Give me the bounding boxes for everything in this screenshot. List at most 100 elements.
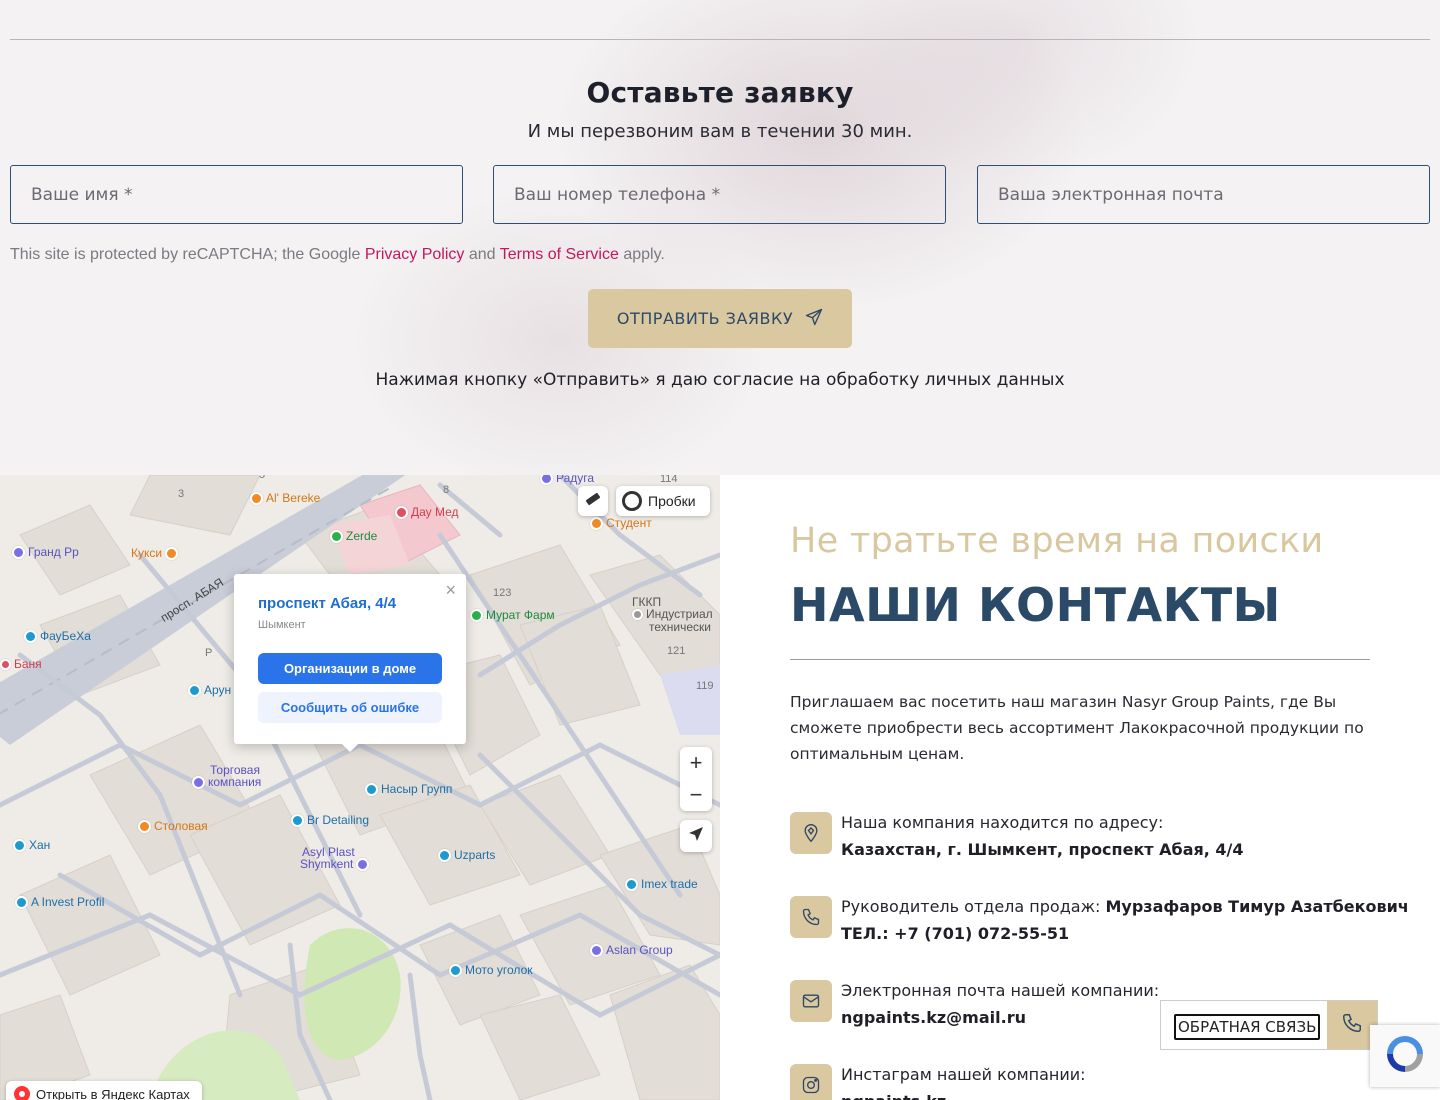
recaptcha-note-and: and <box>468 246 496 263</box>
poi-pin-icon <box>192 775 205 789</box>
poi-brdetailing[interactable]: Br Detailing <box>291 813 369 827</box>
form-subtitle: И мы перезвоним вам в течении 30 мин. <box>527 121 913 142</box>
poi-muratfarm[interactable]: Мурат Фарм <box>470 608 555 622</box>
terms-of-service-link[interactable]: Terms of Service <box>500 246 619 263</box>
poi-label: Br Detailing <box>307 813 370 827</box>
house-number: 123 <box>493 587 512 599</box>
poi-banya[interactable]: Баня <box>0 657 42 671</box>
consent-note: Нажимая кнопку «Отправить» я даю согласи… <box>375 370 1065 390</box>
poi-pin-icon <box>449 963 462 977</box>
poi-moto[interactable]: Мото уголок <box>449 963 533 977</box>
poi-nasyr[interactable]: Насыр Групп <box>365 782 452 796</box>
poi-label: Хан <box>29 838 51 852</box>
house-number: 119 <box>696 680 714 692</box>
poi-pin-icon <box>12 545 25 559</box>
parking-marker: P <box>205 647 213 659</box>
open-in-yandex-maps-link[interactable]: Открыть в Яндекс Картах <box>6 1081 202 1100</box>
poi-ainvest[interactable]: A Invest Profil <box>15 895 104 909</box>
popup-address[interactable]: проспект Абая, 4/4 <box>258 595 396 612</box>
zoom-out-button[interactable]: − <box>680 779 712 811</box>
poi-pin-icon <box>540 475 553 485</box>
map-base-layer <box>0 475 720 1100</box>
poi-pin-icon <box>632 608 643 620</box>
poi-label: Imex trade <box>641 877 698 891</box>
poi-label: Насыр Групп <box>381 782 453 796</box>
poi-zerde[interactable]: Zerde <box>330 529 377 543</box>
poi-label: технически <box>649 620 711 634</box>
poi-pin-icon <box>590 943 603 957</box>
form-title: Оставьте заявку <box>586 76 854 109</box>
poi-albereke[interactable]: Al' Bereke <box>250 491 320 505</box>
poi-pin-icon <box>438 848 451 862</box>
poi-arun[interactable]: Арун <box>188 683 231 697</box>
poi-aslan[interactable]: Aslan Group <box>590 943 673 957</box>
recaptcha-note: This site is protected by reCAPTCHA; the… <box>10 246 665 264</box>
traffic-icon <box>622 491 642 511</box>
poi-stolovaya[interactable]: Столовая <box>138 819 208 833</box>
poi-label: Zerde <box>346 529 378 543</box>
poi-grandrp[interactable]: Гранд Рр <box>12 545 79 559</box>
poi-imex[interactable]: Imex trade <box>625 877 698 891</box>
poi-asyl2[interactable]: Shymkent <box>300 857 370 871</box>
organizations-in-building-button[interactable]: Организации в доме <box>258 653 442 684</box>
poi-student[interactable]: Студент <box>590 516 652 530</box>
recaptcha-badge[interactable] <box>1370 1025 1440 1087</box>
poi-label: Aslan Group <box>606 943 673 957</box>
report-error-button[interactable]: Сообщить об ошибке <box>258 692 442 723</box>
name-input[interactable] <box>10 165 463 224</box>
submit-request-button[interactable]: ОТПРАВИТЬ ЗАЯВКУ <box>588 289 852 348</box>
poi-label: ФауБеХа <box>40 629 91 643</box>
poi-han[interactable]: Хан <box>13 838 50 852</box>
ruler-button[interactable] <box>578 486 608 516</box>
privacy-policy-link[interactable]: Privacy Policy <box>365 246 465 263</box>
poi-pin-icon <box>590 516 603 530</box>
request-form-section: Оставьте заявку И мы перезвоним вам в те… <box>0 0 1440 475</box>
poi-daumed[interactable]: Дау Мед <box>395 505 459 519</box>
zoom-in-button[interactable]: + <box>680 747 712 779</box>
poi-kuksi[interactable]: Кукси <box>131 546 179 560</box>
location-icon <box>790 812 832 854</box>
manager-phone[interactable]: ТЕЛ.: +7 (701) 072-55-51 <box>841 924 1069 943</box>
geolocation-button[interactable] <box>680 820 712 852</box>
poi-pin-icon <box>138 819 151 833</box>
poi-label: Мурат Фарм <box>486 608 555 622</box>
poi-pin-icon <box>250 491 263 505</box>
traffic-button[interactable]: Пробки <box>616 486 710 516</box>
callback-widget[interactable]: ОБРАТНАЯ СВЯЗЬ <box>1160 1000 1378 1050</box>
instagram-value[interactable]: ngpaints.kz <box>841 1092 946 1100</box>
manager-name: Мурзафаров Тимур Азатбекович <box>1105 897 1409 916</box>
contacts-divider <box>790 659 1370 660</box>
email-input[interactable] <box>977 165 1430 224</box>
poi-pin-icon <box>395 505 408 519</box>
poi-label: A Invest Profil <box>31 895 105 909</box>
close-icon[interactable]: × <box>445 580 456 601</box>
poi-label: Столовая <box>154 819 208 833</box>
poi-faubeha[interactable]: ФауБеХа <box>24 629 91 643</box>
poi-pin-icon <box>291 813 304 827</box>
phone-input[interactable] <box>493 165 946 224</box>
poi-industrial[interactable]: Индустриал <box>632 607 713 621</box>
poi-pin-icon <box>330 529 343 543</box>
navigation-arrow-icon <box>688 826 704 847</box>
poi-label: Shymkent <box>300 857 354 871</box>
popup-city: Шымкент <box>258 619 306 631</box>
callback-label[interactable]: ОБРАТНАЯ СВЯЗЬ <box>1174 1014 1321 1040</box>
poi-label: Дау Мед <box>411 505 459 519</box>
poi-raduga[interactable]: Радуга <box>540 475 594 485</box>
poi-label: Uzparts <box>454 848 496 862</box>
poi-pin-icon <box>356 857 370 871</box>
yandex-map[interactable]: просп. АБАЯ 3 5 8 114 123 121 119 P Раду… <box>0 475 720 1100</box>
phone-icon <box>790 896 832 938</box>
email-value[interactable]: ngpaints.kz@mail.ru <box>841 1008 1026 1027</box>
recaptcha-note-apply: apply. <box>623 246 665 263</box>
poi-uzparts[interactable]: Uzparts <box>438 848 495 862</box>
poi-label: компания <box>208 775 262 789</box>
zoom-controls: + − <box>680 747 712 811</box>
mail-icon <box>790 980 832 1022</box>
poi-technical[interactable]: технически <box>649 620 711 634</box>
poi-label: Баня <box>14 657 42 671</box>
phone-icon <box>1341 1012 1363 1039</box>
poi-label: Гранд Рр <box>28 545 79 559</box>
poi-pin-icon <box>15 895 28 909</box>
poi-trade2[interactable]: компания <box>192 775 261 789</box>
